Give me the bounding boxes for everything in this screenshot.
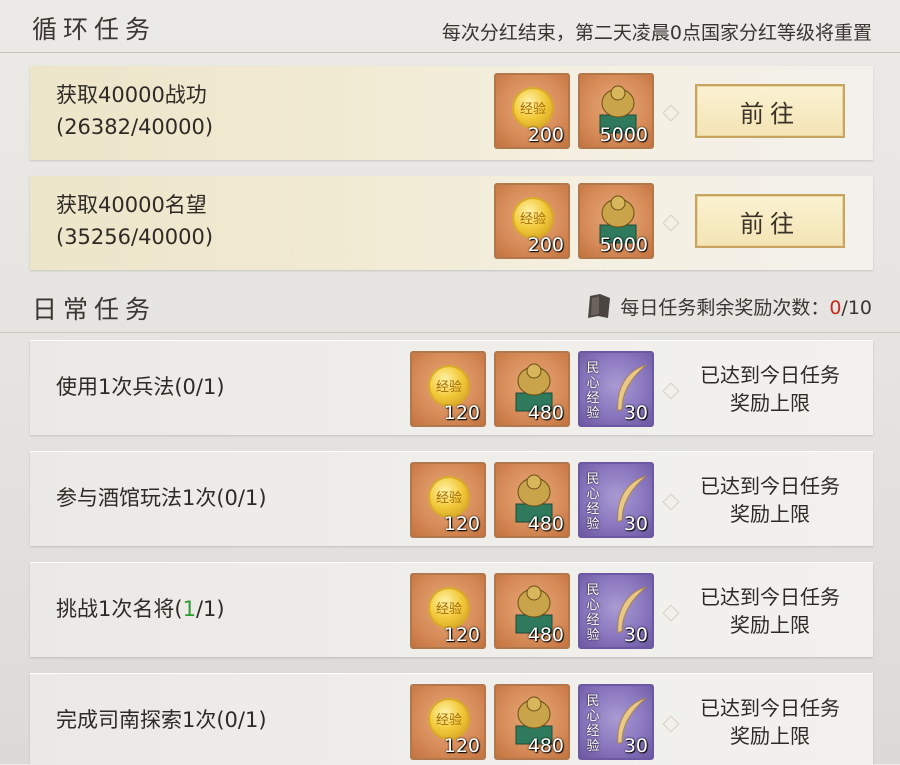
minxin-reward-item[interactable]: 民心经验 30 xyxy=(578,351,654,427)
book-icon xyxy=(588,294,611,318)
exp-coin-icon: 经验 xyxy=(428,698,470,740)
seal-reward-item[interactable]: 5000 xyxy=(578,183,654,259)
task-name: 参与酒馆玩法1次(0/1) xyxy=(56,486,267,510)
reward-qty: 480 xyxy=(527,513,564,535)
reward-qty: 30 xyxy=(623,513,648,535)
task-name: 挑战1次名将(1/1) xyxy=(56,597,225,621)
seal-reward-item[interactable]: 480 xyxy=(494,351,570,427)
minxin-label: 民心经验 xyxy=(586,361,600,421)
reward-limit-status: 已达到今日任务 奖励上限 xyxy=(700,696,840,748)
reward-qty: 480 xyxy=(527,624,564,646)
seal-reward-item[interactable]: 480 xyxy=(494,573,570,649)
reward-qty: 120 xyxy=(443,624,480,646)
seal-reward-item[interactable]: 5000 xyxy=(578,73,654,149)
task-name: 完成司南探索1次(0/1) xyxy=(56,708,267,732)
minxin-label: 民心经验 xyxy=(586,694,600,754)
exp-reward-item[interactable]: 经验 120 xyxy=(410,462,486,538)
exp-reward-item[interactable]: 经验 120 xyxy=(410,684,486,760)
loop-section-header: 循环任务 每次分红结束，第二天凌晨0点国家分红等级将重置 xyxy=(0,0,900,53)
reward-qty: 480 xyxy=(527,402,564,424)
task-name: 获取40000名望 xyxy=(56,193,207,217)
exp-reward-item[interactable]: 经验 120 xyxy=(410,573,486,649)
divider-diamond xyxy=(662,214,680,232)
daily-task-card: 使用1次兵法(0/1) 经验 120 480 民心经验 30 已达到今日任务 奖励… xyxy=(30,340,873,435)
daily-reward-count: 每日任务剩余奖励次数：0/10 xyxy=(586,292,872,320)
loop-task-card: 获取40000名望 (35256/40000) 经验 200 5000 前往 xyxy=(30,176,873,270)
seal-reward-item[interactable]: 480 xyxy=(494,462,570,538)
reward-qty: 120 xyxy=(443,735,480,757)
reward-qty: 30 xyxy=(623,402,648,424)
exp-coin-icon: 经验 xyxy=(428,476,470,518)
reward-qty: 120 xyxy=(443,402,480,424)
reward-limit-status: 已达到今日任务 奖励上限 xyxy=(700,474,840,526)
seal-reward-item[interactable]: 480 xyxy=(494,684,570,760)
minxin-label: 民心经验 xyxy=(586,472,600,532)
reward-limit-status: 已达到今日任务 奖励上限 xyxy=(700,585,840,637)
minxin-reward-item[interactable]: 民心经验 30 xyxy=(578,684,654,760)
exp-coin-icon: 经验 xyxy=(428,587,470,629)
daily-section-title: 日常任务 xyxy=(32,295,157,324)
reward-qty: 120 xyxy=(443,513,480,535)
daily-task-card: 完成司南探索1次(0/1) 经验 120 480 民心经验 30 已达到今日任务… xyxy=(30,673,873,765)
exp-coin-icon: 经验 xyxy=(428,365,470,407)
minxin-reward-item[interactable]: 民心经验 30 xyxy=(578,573,654,649)
daily-task-card: 参与酒馆玩法1次(0/1) 经验 120 480 民心经验 30 已达到今日任务… xyxy=(30,451,873,546)
go-button[interactable]: 前往 xyxy=(695,84,845,138)
exp-reward-item[interactable]: 经验 200 xyxy=(494,73,570,149)
exp-coin-icon: 经验 xyxy=(512,87,554,129)
task-name: 获取40000战功 xyxy=(56,83,207,107)
reward-qty: 5000 xyxy=(599,234,648,256)
loop-section-title: 循环任务 xyxy=(32,15,157,44)
reward-qty: 200 xyxy=(527,234,564,256)
task-progress: (26382/40000) xyxy=(56,115,214,139)
exp-reward-item[interactable]: 经验 120 xyxy=(410,351,486,427)
task-progress: (35256/40000) xyxy=(56,225,214,249)
reward-qty: 5000 xyxy=(599,124,648,146)
daily-task-card: 挑战1次名将(1/1) 经验 120 480 民心经验 30 已达到今日任务 奖励… xyxy=(30,562,873,657)
exp-coin-icon: 经验 xyxy=(512,197,554,239)
task-name: 使用1次兵法(0/1) xyxy=(56,375,225,399)
reward-qty: 30 xyxy=(623,624,648,646)
divider-diamond xyxy=(662,104,680,122)
reward-limit-status: 已达到今日任务 奖励上限 xyxy=(700,363,840,415)
loop-task-card: 获取40000战功 (26382/40000) 经验 200 5000 前往 xyxy=(30,66,873,160)
loop-reset-note: 每次分红结束，第二天凌晨0点国家分红等级将重置 xyxy=(441,22,872,44)
minxin-reward-item[interactable]: 民心经验 30 xyxy=(578,462,654,538)
go-button[interactable]: 前往 xyxy=(695,194,845,248)
minxin-label: 民心经验 xyxy=(586,583,600,643)
reward-qty: 30 xyxy=(623,735,648,757)
reward-qty: 480 xyxy=(527,735,564,757)
exp-reward-item[interactable]: 经验 200 xyxy=(494,183,570,259)
reward-qty: 200 xyxy=(527,124,564,146)
